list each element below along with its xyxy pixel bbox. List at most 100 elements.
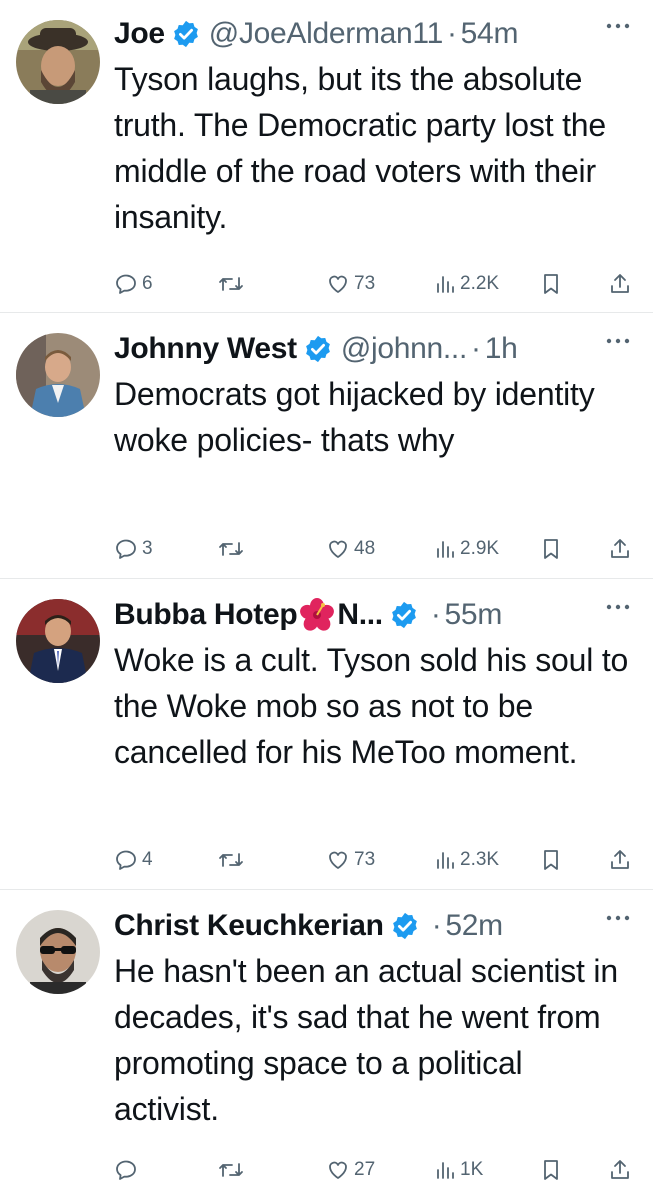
verified-badge-icon: [392, 912, 417, 940]
share-icon: [611, 1160, 629, 1179]
timestamp[interactable]: 54m: [461, 17, 519, 51]
like-count: 73: [354, 273, 376, 294]
reply-icon: [116, 539, 136, 559]
separator-dot: ·: [430, 598, 441, 631]
heart-icon: [329, 851, 347, 869]
verified-badge-icon: [391, 601, 416, 629]
author-handle[interactable]: @JoeAlderman11: [209, 17, 443, 51]
like-button[interactable]: 27: [326, 1155, 375, 1185]
author-name[interactable]: Bubba Hotep: [114, 598, 298, 632]
views-button[interactable]: 2.9K: [434, 534, 499, 564]
view-count: 1K: [460, 1159, 484, 1180]
reply-count: 4: [142, 849, 153, 870]
separator-dot: ·: [431, 909, 442, 942]
more-options-icon[interactable]: [605, 337, 631, 345]
share-button[interactable]: [608, 1155, 632, 1185]
reply-icon: [116, 1160, 136, 1180]
like-count: 73: [354, 849, 376, 870]
views-button[interactable]: 2.3K: [434, 845, 499, 875]
hibiscus-flower-icon: [300, 598, 335, 631]
bookmark-button[interactable]: [540, 845, 562, 875]
reply-button[interactable]: 6: [114, 269, 153, 299]
reply-count: 3: [142, 538, 153, 559]
tweet-text: Democrats got hijacked by identity woke …: [114, 376, 595, 458]
more-options-icon[interactable]: [605, 603, 631, 611]
bookmark-button[interactable]: [540, 269, 562, 299]
verified-badge-icon: [305, 335, 330, 363]
repost-icon: [219, 1163, 243, 1177]
timestamp[interactable]: 1h: [485, 332, 518, 366]
reply-icon: [116, 850, 136, 870]
share-icon: [611, 274, 629, 293]
timestamp[interactable]: 55m: [445, 598, 503, 632]
author-name[interactable]: Joe: [114, 17, 165, 51]
bookmark-button[interactable]: [540, 1155, 562, 1185]
tweet[interactable]: Bubba Hotep N... · 55m Woke is a cult. T…: [0, 579, 653, 890]
bar-chart-icon: [437, 541, 454, 558]
bookmark-button[interactable]: [540, 534, 562, 564]
like-button[interactable]: 73: [326, 845, 375, 875]
bar-chart-icon: [437, 852, 454, 869]
like-button[interactable]: 73: [326, 269, 375, 299]
more-options-icon[interactable]: [605, 914, 631, 922]
author-name-truncated[interactable]: N...: [337, 598, 383, 632]
verified-badge-icon: [173, 20, 198, 48]
avatar[interactable]: [16, 333, 100, 417]
timestamp[interactable]: 52m: [445, 909, 503, 943]
avatar[interactable]: [16, 910, 100, 994]
reply-button[interactable]: 3: [114, 534, 153, 564]
tweet-text: Tyson laughs, but its the absolute truth…: [114, 61, 606, 235]
view-count: 2.9K: [460, 538, 500, 559]
share-button[interactable]: [608, 534, 632, 564]
repost-button[interactable]: [218, 845, 244, 875]
reply-icon: [116, 274, 136, 294]
bookmark-icon: [544, 539, 558, 559]
repost-icon: [219, 542, 243, 556]
tweet[interactable]: Johnny West @johnn... · 1h Democrats got…: [0, 313, 653, 579]
separator-dot: ·: [446, 17, 457, 50]
action-bar: 6 73 2.2K: [114, 269, 635, 299]
replies-feed: Joe @JoeAlderman11 · 54m Tyson laughs, b…: [0, 0, 653, 1200]
like-button[interactable]: 48: [326, 534, 375, 564]
bar-chart-icon: [437, 276, 454, 293]
avatar[interactable]: [16, 599, 100, 683]
avatar[interactable]: [16, 20, 100, 104]
action-bar: 4 73 2.3K: [114, 845, 635, 875]
bookmark-icon: [544, 850, 558, 870]
heart-icon: [329, 275, 347, 293]
action-bar: 3 48 2.9K: [114, 534, 635, 564]
reply-count: 6: [142, 273, 153, 294]
repost-button[interactable]: [218, 1155, 244, 1185]
tweet-text: Woke is a cult. Tyson sold his soul to t…: [114, 642, 629, 770]
share-button[interactable]: [608, 845, 632, 875]
author-name[interactable]: Christ Keuchkerian: [114, 909, 384, 943]
share-icon: [611, 850, 629, 869]
repost-icon: [219, 277, 243, 291]
view-count: 2.3K: [460, 849, 500, 870]
repost-button[interactable]: [218, 269, 244, 299]
tweet[interactable]: Joe @JoeAlderman11 · 54m Tyson laughs, b…: [0, 0, 653, 313]
repost-icon: [219, 853, 243, 867]
tweet[interactable]: Christ Keuchkerian · 52m He hasn't been …: [0, 890, 653, 1200]
share-button[interactable]: [608, 269, 632, 299]
bookmark-icon: [544, 1160, 558, 1180]
share-icon: [611, 539, 629, 558]
view-count: 2.2K: [460, 273, 500, 294]
heart-icon: [329, 540, 347, 558]
more-options-icon[interactable]: [605, 22, 631, 30]
reply-button[interactable]: [114, 1155, 142, 1185]
views-button[interactable]: 1K: [434, 1155, 483, 1185]
bookmark-icon: [544, 274, 558, 294]
author-name[interactable]: Johnny West: [114, 332, 297, 366]
action-bar: 27 1K: [114, 1155, 635, 1185]
bar-chart-icon: [437, 1162, 454, 1179]
tweet-text: He hasn't been an actual scientist in de…: [114, 953, 618, 1127]
reply-button[interactable]: 4: [114, 845, 153, 875]
author-handle[interactable]: @johnn...: [341, 332, 467, 366]
like-count: 27: [354, 1159, 376, 1180]
like-count: 48: [354, 538, 376, 559]
separator-dot: ·: [471, 332, 481, 365]
views-button[interactable]: 2.2K: [434, 269, 499, 299]
heart-icon: [329, 1161, 347, 1179]
repost-button[interactable]: [218, 534, 244, 564]
